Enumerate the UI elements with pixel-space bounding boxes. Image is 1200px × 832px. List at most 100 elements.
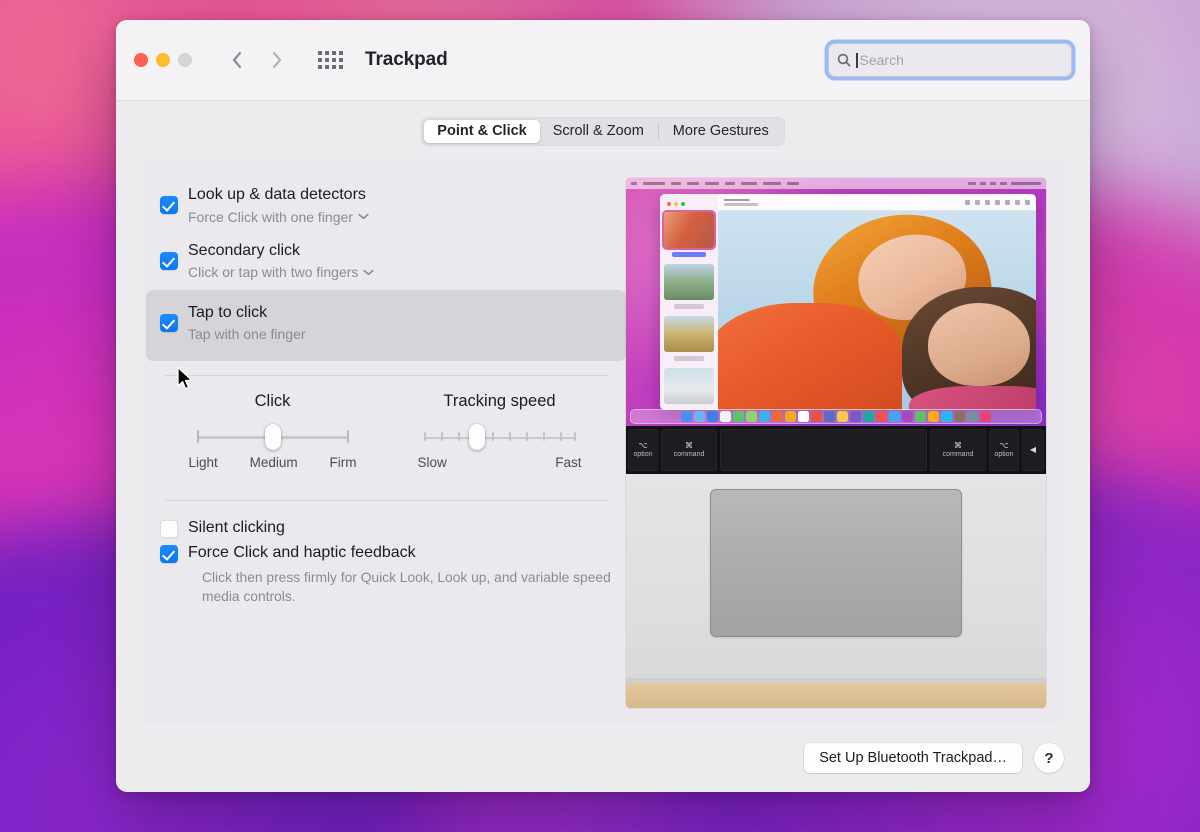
tab-scroll-and-zoom[interactable]: Scroll & Zoom	[540, 120, 657, 143]
option-text: Force Click and haptic feedback	[188, 542, 416, 564]
slider-tick	[346, 429, 349, 443]
photos-main-image	[718, 211, 1036, 410]
desktop-wallpaper: Trackpad Search Point & Click Scroll & Z…	[0, 0, 1200, 832]
photo-thumbnail	[664, 368, 714, 404]
window-toolbar: Trackpad Search	[116, 20, 1090, 101]
option-subtitle-dropdown[interactable]: Click or tap with two fingers	[188, 262, 375, 282]
option-row-secondary-click[interactable]: Secondary click Click or tap with two fi…	[146, 234, 626, 290]
preview-dock	[630, 409, 1042, 424]
checkbox-tap-to-click[interactable]	[160, 313, 178, 332]
menubar-item	[725, 182, 735, 185]
dock-icon	[707, 411, 718, 422]
photos-toolbar-icon	[1015, 199, 1020, 205]
person-two-face	[927, 302, 1030, 387]
command-glyph: ⌘	[685, 440, 693, 450]
dock-icon	[772, 411, 783, 422]
dock-icon	[863, 411, 874, 422]
back-button[interactable]	[226, 47, 248, 73]
slider-tick	[196, 429, 199, 443]
option-glyph: ⌥	[638, 440, 648, 450]
forward-button[interactable]	[266, 47, 288, 73]
slider-tracking-speed: Tracking speed Slow Fast	[391, 392, 608, 470]
key-label: option	[994, 450, 1014, 458]
tab-more-gestures[interactable]: More Gestures	[660, 120, 782, 143]
checkbox-force-click[interactable]	[160, 545, 178, 564]
help-button[interactable]: ?	[1034, 743, 1064, 773]
show-all-grid-icon[interactable]	[318, 51, 343, 69]
close-button[interactable]	[134, 53, 148, 67]
dock-icon	[694, 411, 705, 422]
tab-point-and-click[interactable]: Point & Click	[424, 120, 540, 143]
option-title: Silent clicking	[188, 518, 285, 536]
slider-click-labels: Light Medium Firm	[189, 455, 357, 470]
settings-panel: Look up & data detectors Force Click wit…	[142, 158, 1064, 724]
slider-tick	[423, 431, 426, 441]
text-caret	[856, 52, 858, 68]
menubar-status-icon	[980, 182, 986, 185]
search-icon	[837, 53, 851, 67]
photos-toolbar-icon	[975, 199, 980, 205]
option-row-silent-clicking[interactable]: Silent clicking	[146, 515, 626, 541]
set-up-bluetooth-trackpad-button[interactable]: Set Up Bluetooth Trackpad…	[804, 743, 1022, 773]
photos-traffic-lights	[667, 202, 714, 206]
photo-thumbnail	[664, 212, 714, 248]
preview-photos-window	[660, 194, 1036, 410]
dock-icon	[759, 411, 770, 422]
key-option-right: ⌥ option	[989, 429, 1019, 471]
divider	[164, 499, 608, 501]
navigation-buttons	[226, 47, 288, 73]
checkbox-look-up[interactable]	[160, 196, 178, 214]
menubar-status-icon	[990, 182, 996, 185]
key-command-right: ⌘ command	[930, 429, 986, 471]
search-field-wrapper: Search	[828, 43, 1072, 77]
dock-icon	[720, 411, 731, 422]
option-row-tap-to-click[interactable]: Tap to click Tap with one finger	[146, 289, 626, 361]
slider-tick	[440, 431, 443, 441]
slider-tick	[525, 431, 528, 441]
slider-label-max: Fast	[555, 454, 582, 470]
slider-title: Tracking speed	[443, 391, 556, 410]
photo-caption	[674, 304, 704, 309]
chevron-down-icon	[358, 214, 369, 220]
option-row-force-click[interactable]: Force Click and haptic feedback	[146, 540, 626, 564]
system-preferences-window: Trackpad Search Point & Click Scroll & Z…	[116, 20, 1090, 792]
option-subtitle-dropdown[interactable]: Force Click with one finger	[188, 207, 369, 227]
slider-tick	[573, 431, 576, 441]
dock-icon	[798, 411, 809, 422]
photos-sidebar	[660, 194, 718, 410]
option-text: Secondary click Click or tap with two fi…	[188, 240, 375, 283]
search-placeholder: Search	[859, 52, 904, 68]
slider-tracking-labels: Slow Fast	[418, 455, 582, 470]
slider-tracking-thumb[interactable]	[468, 423, 485, 450]
key-spacebar	[720, 429, 927, 471]
checkbox-secondary-click[interactable]	[160, 251, 178, 270]
key-label: command	[673, 450, 705, 458]
slider-click-track[interactable]	[196, 423, 349, 450]
slider-tracking-track[interactable]	[423, 423, 576, 450]
slider-tick	[508, 431, 511, 441]
key-label: option	[633, 450, 653, 458]
slider-label-max: Firm	[329, 454, 357, 470]
preview-screen	[626, 178, 1046, 426]
photos-toolbar-icon	[965, 199, 970, 205]
dock-icon	[746, 411, 757, 422]
menubar-item	[671, 182, 681, 185]
option-text: Silent clicking	[188, 517, 285, 539]
sliders-group: Click Light Medium Firm Tracking speed S…	[160, 390, 612, 470]
chevron-down-icon	[363, 269, 375, 276]
slider-tick	[542, 431, 545, 441]
slider-click-thumb[interactable]	[264, 423, 281, 450]
dock-icon	[876, 411, 887, 422]
dock-icon	[954, 411, 965, 422]
divider	[164, 374, 608, 376]
search-input[interactable]: Search	[828, 43, 1072, 77]
menubar-item	[705, 182, 719, 185]
minimize-button[interactable]	[156, 53, 170, 67]
option-row-look-up[interactable]: Look up & data detectors Force Click wit…	[146, 178, 626, 234]
tab-separator	[657, 124, 659, 139]
preview-trackpad	[710, 489, 962, 637]
dock-icon	[811, 411, 822, 422]
menubar-item	[787, 182, 799, 185]
checkbox-silent-clicking[interactable]	[160, 519, 178, 538]
dock-icon	[681, 411, 692, 422]
